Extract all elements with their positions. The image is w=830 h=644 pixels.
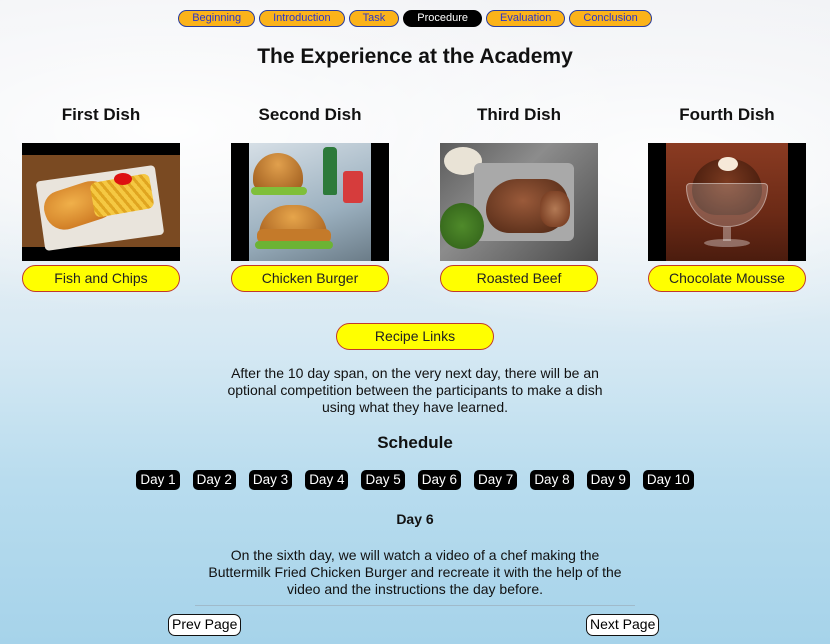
- day-8-button[interactable]: Day 8: [530, 470, 574, 490]
- fish-and-chips-photo: [22, 143, 180, 261]
- dish-card-4: Fourth Dish Chocolate Mousse: [648, 105, 806, 292]
- day-7-button[interactable]: Day 7: [474, 470, 518, 490]
- dish-card-3: Third Dish Roasted Beef: [440, 105, 598, 292]
- chocolate-mousse-button[interactable]: Chocolate Mousse: [648, 265, 806, 292]
- dish-heading-2: Second Dish: [258, 105, 362, 124]
- divider: [195, 605, 635, 606]
- nav-evaluation[interactable]: Evaluation: [486, 10, 566, 27]
- schedule-heading: Schedule: [377, 433, 453, 452]
- recipe-links-button[interactable]: Recipe Links: [336, 323, 494, 350]
- selected-day-title: Day 6: [396, 511, 434, 527]
- nav-introduction[interactable]: Introduction: [259, 10, 345, 27]
- roasted-beef-photo: [440, 143, 598, 261]
- nav-conclusion[interactable]: Conclusion: [569, 10, 652, 27]
- day-9-button[interactable]: Day 9: [586, 470, 630, 490]
- day-3-button[interactable]: Day 3: [248, 470, 293, 490]
- next-page-button[interactable]: Next Page: [586, 614, 660, 636]
- nav-beginning[interactable]: Beginning: [178, 10, 256, 27]
- nav-task[interactable]: Task: [348, 10, 400, 27]
- fish-and-chips-button[interactable]: Fish and Chips: [22, 265, 180, 292]
- competition-text: After the 10 day span, on the very next …: [227, 365, 603, 415]
- dish-heading-3: Third Dish: [476, 105, 562, 124]
- day-6-button[interactable]: Day 6: [417, 470, 462, 490]
- day-5-button[interactable]: Day 5: [361, 470, 405, 490]
- roasted-beef-button[interactable]: Roasted Beef: [440, 265, 598, 292]
- day-10-button[interactable]: Day 10: [642, 470, 694, 490]
- chicken-burger-button[interactable]: Chicken Burger: [231, 265, 389, 292]
- nav-procedure[interactable]: Procedure: [403, 10, 482, 27]
- day-buttons: Day 1 Day 2 Day 3 Day 4 Day 5 Day 6 Day …: [0, 470, 830, 490]
- day-4-button[interactable]: Day 4: [305, 470, 349, 490]
- prev-page-button[interactable]: Prev Page: [168, 614, 242, 636]
- page-title: The Experience at the Academy: [257, 45, 573, 68]
- chocolate-mousse-photo: [648, 143, 806, 261]
- day-1-button[interactable]: Day 1: [136, 470, 180, 490]
- day-2-button[interactable]: Day 2: [192, 470, 236, 490]
- dish-heading-4: Fourth Dish: [679, 105, 775, 124]
- top-nav: Beginning Introduction Task Procedure Ev…: [0, 10, 830, 27]
- dish-card-2: Second Dish Chicken Burger: [231, 105, 389, 292]
- dish-heading-1: First Dish: [61, 105, 141, 124]
- dish-card-1: First Dish Fish and Chips: [22, 105, 180, 292]
- chicken-burger-photo: [231, 143, 389, 261]
- selected-day-description: On the sixth day, we will watch a video …: [208, 547, 622, 597]
